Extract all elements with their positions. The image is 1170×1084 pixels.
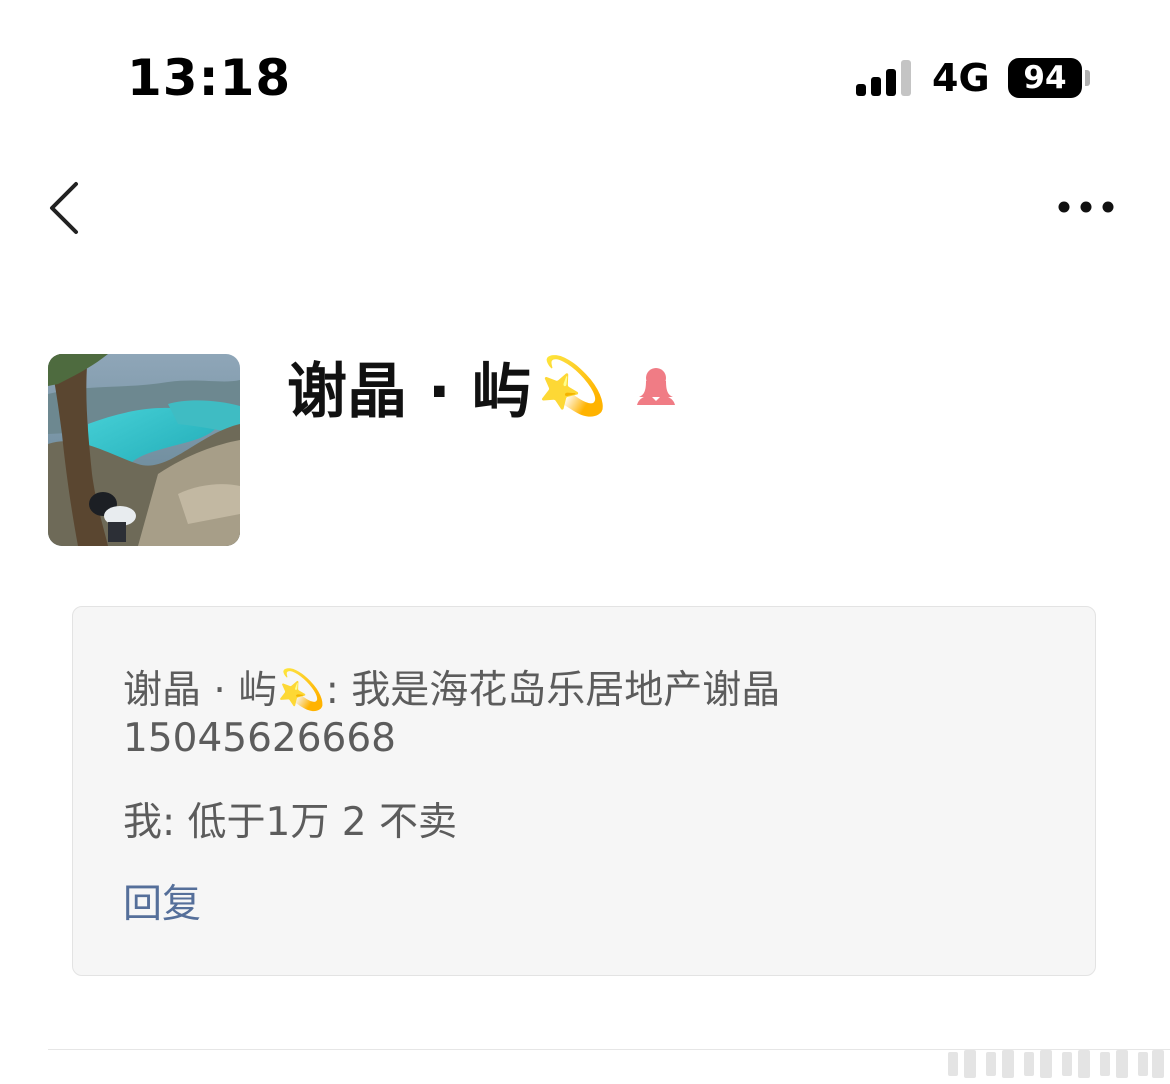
message-incoming: 谢晶 · 屿💫: 我是海花岛乐居地产谢晶 15045626668 xyxy=(123,667,1035,763)
screen: 13:18 4G 94 谢晶 · 屿 💫 谢晶 · 屿💫: 我是海花岛乐居地产谢… xyxy=(0,0,1170,1084)
signal-icon xyxy=(856,60,911,96)
message-sender-name: 谢晶 · 屿 xyxy=(123,668,278,713)
sender-dizzy-emoji: 💫 xyxy=(277,668,326,713)
profile-name: 谢晶 · 屿 xyxy=(287,356,532,427)
watermark xyxy=(948,1050,1164,1078)
battery-tip xyxy=(1085,70,1090,86)
avatar[interactable] xyxy=(48,354,240,546)
female-icon xyxy=(637,368,676,405)
network-type: 4G xyxy=(932,56,990,100)
message-card: 谢晶 · 屿💫: 我是海花岛乐居地产谢晶 15045626668 我: 低于1万… xyxy=(72,606,1096,976)
reply-button[interactable]: 回复 xyxy=(123,881,201,929)
back-button[interactable] xyxy=(42,178,92,238)
message-outgoing: 我: 低于1万 2 不卖 xyxy=(123,800,457,845)
dizzy-emoji: 💫 xyxy=(537,354,608,419)
status-time: 13:18 xyxy=(127,49,292,107)
more-options-icon[interactable] xyxy=(1054,192,1118,222)
battery-level: 94 xyxy=(1008,58,1082,98)
profile-name-row: 谢晶 · 屿 💫 xyxy=(287,348,679,427)
